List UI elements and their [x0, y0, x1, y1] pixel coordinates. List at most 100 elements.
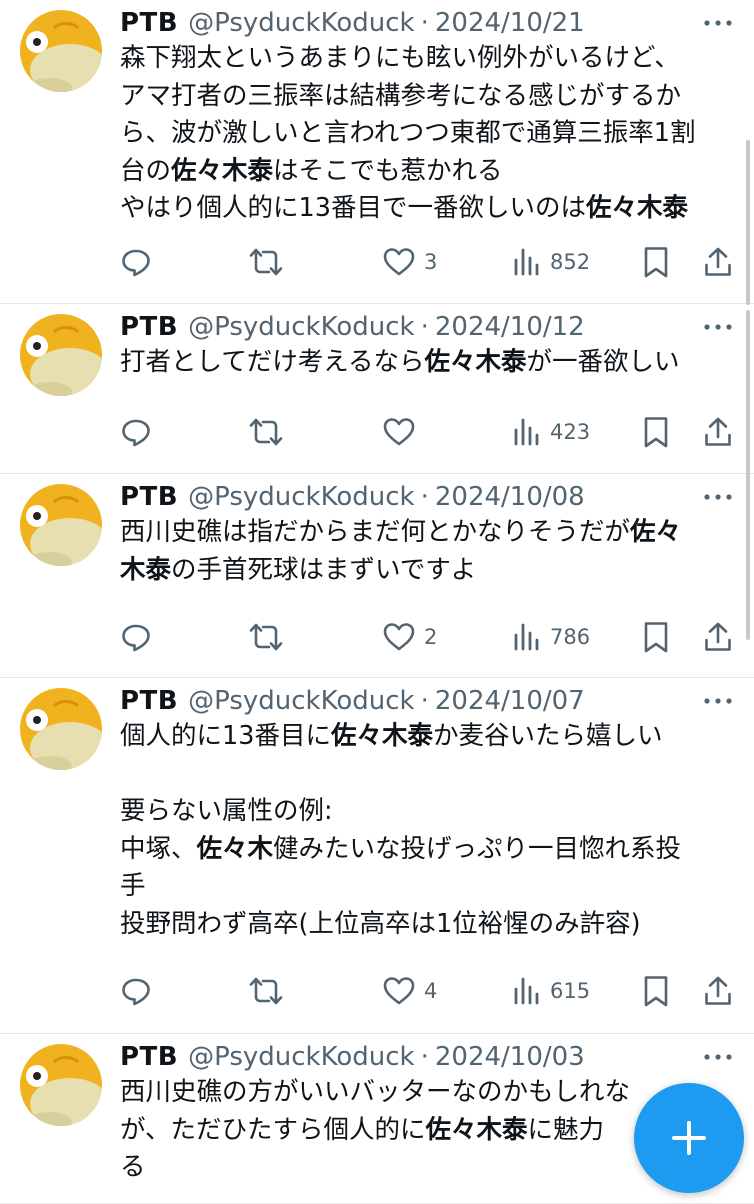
more-button[interactable]	[702, 314, 734, 334]
views-count: 852	[550, 250, 591, 274]
display-name[interactable]: PTB	[120, 1042, 178, 1072]
tweet-date[interactable]: 2024/10/08	[435, 482, 585, 512]
retweet-button[interactable]	[248, 242, 284, 282]
reply-button[interactable]	[120, 412, 152, 452]
share-button[interactable]	[703, 242, 733, 282]
share-button[interactable]	[703, 412, 733, 452]
text-line: 西川史礁の方がいいバッターなのかもしれな	[120, 1074, 732, 1112]
share-button[interactable]	[703, 971, 733, 1011]
avatar[interactable]	[20, 314, 102, 396]
scrollbar-lower[interactable]	[746, 310, 750, 640]
reply-icon	[122, 419, 150, 447]
highlighted-name: 佐々木泰	[424, 347, 527, 377]
more-button[interactable]	[702, 1044, 734, 1064]
more-icon	[704, 494, 732, 500]
views-icon	[514, 248, 539, 276]
bookmark-button[interactable]	[642, 617, 670, 657]
compose-button[interactable]	[634, 1083, 744, 1193]
psyduck-avatar	[20, 10, 102, 92]
text-line: 森下翔太というあまりにも眩い例外がいるけど、	[120, 40, 732, 78]
text-line: 個人的に13番目に佐々木泰か麦谷いたら嬉しい	[120, 718, 732, 756]
tweet[interactable]: PTB @PsyduckKoduck · 2024/10/07 個人的に13番目に佐々木…	[0, 678, 754, 1034]
tweet-header: PTB @PsyduckKoduck · 2024/10/03	[120, 1038, 734, 1076]
tweet-actions: 4 615	[120, 971, 740, 1011]
plus-icon	[672, 1121, 706, 1155]
text-segment: る	[120, 1152, 146, 1182]
like-button[interactable]: 2	[382, 617, 437, 657]
share-icon	[705, 417, 731, 446]
views-button[interactable]: 615	[512, 971, 590, 1011]
tweet-date[interactable]: 2024/10/07	[435, 686, 585, 716]
more-button[interactable]	[702, 484, 734, 504]
tweet-text: 西川史礁は指だからまだ何とかなりそうだが佐々 木泰の手首死球はまずいですよ	[120, 514, 732, 589]
display-name[interactable]: PTB	[120, 8, 178, 38]
tweet-date[interactable]: 2024/10/21	[435, 8, 585, 38]
timeline: PTB @PsyduckKoduck · 2024/10/21 森下翔太というあまりにも…	[0, 0, 754, 1204]
text-segment: 健みたいな投げっぷり一目惚れ系投	[273, 833, 682, 864]
reply-button[interactable]	[120, 617, 152, 657]
heart-icon	[383, 623, 415, 651]
views-button[interactable]: 786	[512, 617, 590, 657]
reply-button[interactable]	[120, 242, 152, 282]
text-segment: 手	[120, 871, 146, 901]
user-handle[interactable]: @PsyduckKoduck	[188, 686, 414, 716]
like-button[interactable]	[382, 412, 424, 452]
like-button[interactable]: 3	[382, 242, 437, 282]
user-handle[interactable]: @PsyduckKoduck	[188, 1042, 414, 1072]
avatar[interactable]	[20, 10, 102, 92]
tweet[interactable]: PTB @PsyduckKoduck · 2024/10/12 打者としてだけ考えるなら…	[0, 304, 754, 474]
share-button[interactable]	[703, 617, 733, 657]
tweet-date[interactable]: 2024/10/03	[435, 1042, 585, 1072]
scrollbar-upper[interactable]	[746, 140, 750, 305]
views-icon	[514, 623, 539, 651]
text-segment: 投野問わず高卒(上位高卒は1位裕惺のみ許容)	[120, 908, 641, 939]
bookmark-button[interactable]	[642, 971, 670, 1011]
tweet-header: PTB @PsyduckKoduck · 2024/10/21	[120, 4, 734, 42]
views-button[interactable]: 852	[512, 242, 590, 282]
user-handle[interactable]: @PsyduckKoduck	[188, 8, 414, 38]
text-segment: 森下翔太というあまりにも眩い例外がいるけど、	[120, 43, 680, 73]
user-handle[interactable]: @PsyduckKoduck	[188, 482, 414, 512]
bookmark-button[interactable]	[642, 242, 670, 282]
bookmark-button[interactable]	[642, 412, 670, 452]
views-button[interactable]: 423	[512, 412, 590, 452]
tweet[interactable]: PTB @PsyduckKoduck · 2024/10/08 西川史礁は指だからまだ何…	[0, 474, 754, 678]
avatar[interactable]	[20, 688, 102, 770]
display-name[interactable]: PTB	[120, 312, 178, 342]
separator-dot: ·	[420, 482, 429, 512]
heart-icon	[383, 248, 415, 276]
text-segment: アマ打者の三振率は結構参考になる感じがするか	[120, 80, 682, 111]
highlighted-name: 佐々木泰	[171, 155, 274, 186]
display-name[interactable]: PTB	[120, 686, 178, 716]
bookmark-icon	[644, 622, 668, 653]
retweet-button[interactable]	[248, 971, 284, 1011]
views-count: 615	[550, 979, 591, 1003]
tweet[interactable]: PTB @PsyduckKoduck · 2024/10/21 森下翔太というあまりにも…	[0, 0, 754, 304]
retweet-button[interactable]	[248, 617, 284, 657]
text-segment: が一番欲しい	[526, 347, 680, 377]
tweet-actions: 3 852	[120, 242, 740, 282]
user-handle[interactable]: @PsyduckKoduck	[188, 312, 414, 342]
text-segment: が、ただひたすら個人的に	[120, 1114, 426, 1145]
retweet-icon	[249, 623, 283, 651]
tweet-header: PTB @PsyduckKoduck · 2024/10/12	[120, 308, 734, 346]
text-line: 打者としてだけ考えるなら佐々木泰が一番欲しい	[120, 344, 732, 382]
text-segment: の手首死球はまずいですよ	[171, 554, 477, 585]
like-count: 3	[424, 250, 438, 274]
separator-dot: ·	[420, 1042, 429, 1072]
tweet-text: 森下翔太というあまりにも眩い例外がいるけど、 アマ打者の三振率は結構参考になる感じ…	[120, 40, 732, 228]
text-segment: 打者としてだけ考えるなら	[120, 347, 425, 377]
avatar[interactable]	[20, 1044, 102, 1126]
text-line: 西川史礁は指だからまだ何とかなりそうだが佐々	[120, 514, 732, 552]
avatar[interactable]	[20, 484, 102, 566]
more-button[interactable]	[702, 10, 734, 30]
highlighted-name: 佐々木	[196, 833, 274, 864]
more-button[interactable]	[702, 688, 734, 708]
tweet-actions: 423	[120, 412, 740, 452]
retweet-button[interactable]	[248, 412, 284, 452]
tweet-date[interactable]: 2024/10/12	[435, 312, 585, 342]
reply-button[interactable]	[120, 971, 152, 1011]
psyduck-avatar	[20, 314, 102, 396]
display-name[interactable]: PTB	[120, 482, 178, 512]
like-button[interactable]: 4	[382, 971, 437, 1011]
